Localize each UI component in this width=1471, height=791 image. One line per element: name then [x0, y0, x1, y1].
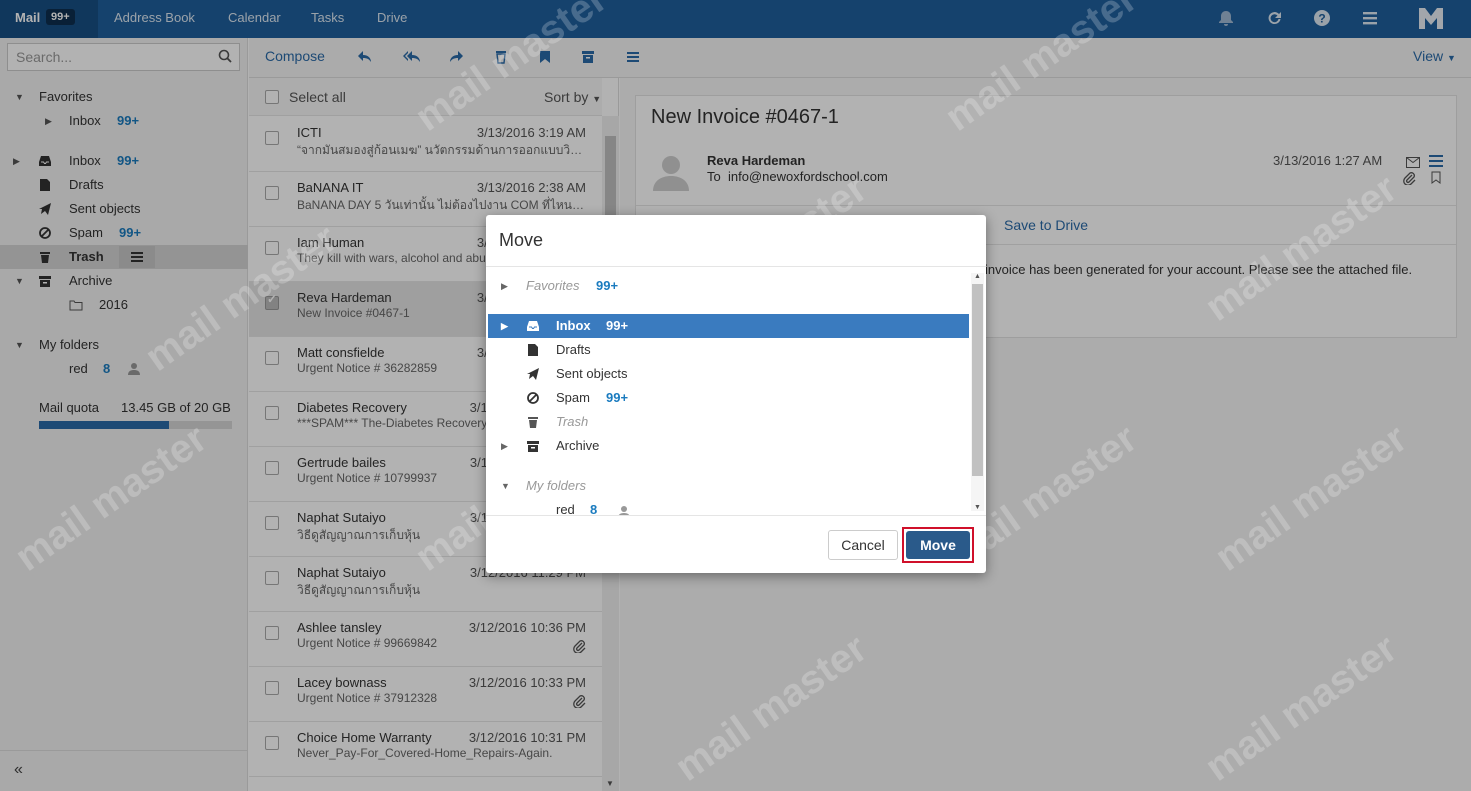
- cancel-button[interactable]: Cancel: [828, 530, 898, 560]
- dialog-scrollbar[interactable]: ▲ ▼: [971, 273, 984, 511]
- dialog-folder-spam[interactable]: Spam 99+: [488, 386, 969, 410]
- drafts-icon: [526, 343, 540, 357]
- dialog-spam-count: 99+: [606, 390, 629, 405]
- collapse-triangle-icon[interactable]: ▼: [501, 474, 510, 498]
- expand-triangle-icon[interactable]: ▶: [501, 314, 508, 338]
- dialog-favorites[interactable]: ▶ Favorites 99+: [488, 274, 969, 298]
- dialog-my-folders[interactable]: ▼ My folders: [488, 474, 969, 498]
- trash-icon: [526, 415, 540, 429]
- archive-icon: [526, 439, 540, 453]
- dialog-title: Move: [499, 230, 544, 250]
- dialog-favorites-count: 99+: [596, 278, 619, 293]
- scroll-down-arrow-icon[interactable]: ▼: [974, 504, 981, 511]
- spam-icon: [526, 391, 540, 405]
- dialog-my-folders-label: My folders: [526, 478, 586, 493]
- move-button[interactable]: Move: [906, 531, 970, 559]
- dialog-folder-tree: ▶ Favorites 99+ ▶ Inbox 99+ Drafts Sent …: [486, 266, 986, 516]
- move-dialog: Move ▶ Favorites 99+ ▶ Inbox 99+ Drafts …: [486, 215, 986, 573]
- dialog-folder-trash: Trash: [488, 410, 969, 434]
- dialog-folder-drafts[interactable]: Drafts: [488, 338, 969, 362]
- dialog-folder-label: red: [556, 502, 575, 516]
- dialog-favorites-label: Favorites: [526, 278, 580, 293]
- dialog-folder-sent-objects[interactable]: Sent objects: [488, 362, 969, 386]
- expand-triangle-icon[interactable]: ▶: [501, 274, 508, 298]
- dialog-folder-label: Spam: [556, 390, 590, 405]
- scrollbar-thumb[interactable]: [972, 284, 983, 476]
- inbox-icon: [526, 319, 540, 333]
- dialog-folder-archive[interactable]: ▶ Archive: [488, 434, 969, 458]
- dialog-red-count: 8: [590, 502, 598, 516]
- dialog-folder-label: Inbox: [556, 318, 591, 333]
- sent-icon: [526, 367, 540, 381]
- dialog-inbox-count: 99+: [606, 318, 629, 333]
- scroll-up-arrow-icon[interactable]: ▲: [974, 273, 981, 280]
- dialog-folder-red[interactable]: red 8: [488, 498, 969, 516]
- dialog-folder-inbox[interactable]: ▶ Inbox 99+: [488, 314, 969, 338]
- dialog-folder-label: Trash: [556, 414, 589, 429]
- dialog-folder-label: Sent objects: [556, 366, 628, 381]
- shared-user-icon: [618, 503, 630, 515]
- expand-triangle-icon[interactable]: ▶: [501, 434, 508, 458]
- dialog-folder-label: Archive: [556, 438, 600, 453]
- dialog-folder-label: Drafts: [556, 342, 591, 357]
